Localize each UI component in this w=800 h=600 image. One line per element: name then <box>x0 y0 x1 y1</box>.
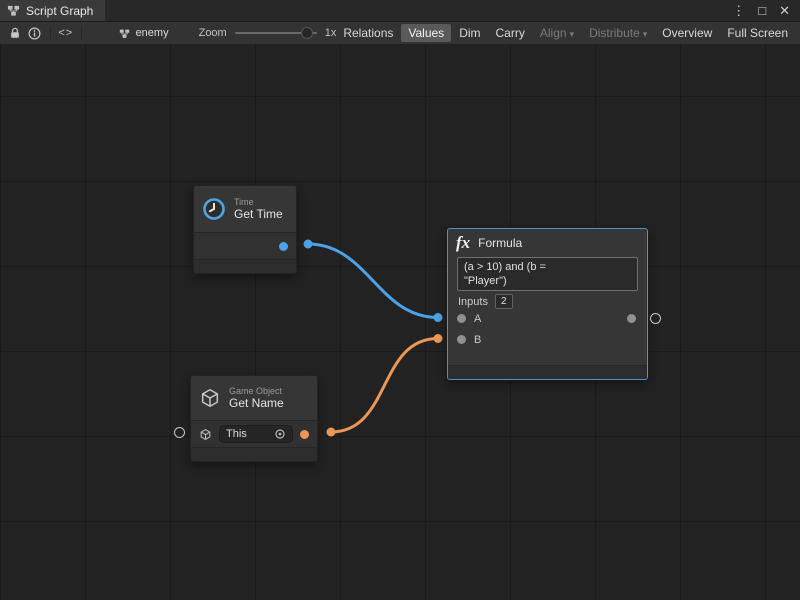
script-graph-window: Script Graph ⋮ □ ✕ <> <box>0 0 800 600</box>
toolbar: <> enemy Zoom 1x Relations Values Dim Ca… <box>0 22 800 45</box>
formula-inputs-row: Inputs 2 <box>458 295 637 308</box>
formula-header: fx Formula <box>448 229 647 257</box>
chevron-down-icon: ▾ <box>643 29 648 39</box>
wire-endpoint-orange-end[interactable] <box>434 334 443 343</box>
wire-endpoint-blue-end[interactable] <box>434 313 443 322</box>
dim-button[interactable]: Dim <box>452 24 487 42</box>
node-formula[interactable]: fx Formula (a > 10) and (b = "Player") I… <box>447 228 648 380</box>
target-object-dropdown[interactable]: This <box>219 425 293 443</box>
code-brackets-icon: <> <box>58 27 73 39</box>
titlebar: Script Graph ⋮ □ ✕ <box>0 0 800 22</box>
clock-icon <box>202 197 226 221</box>
info-button[interactable] <box>25 23 45 43</box>
formula-expression: (a > 10) and (b = "Player") <box>464 260 568 288</box>
zoom-slider-handle[interactable] <box>301 27 313 39</box>
formula-port-b-row: B <box>448 329 647 350</box>
align-dropdown-button[interactable]: Align▾ <box>533 24 581 42</box>
tab-script-graph[interactable]: Script Graph <box>0 0 105 21</box>
node-footer <box>448 365 647 379</box>
node-category: Game Object <box>229 386 284 396</box>
node-title: Get Time <box>234 208 283 221</box>
formula-output-connector[interactable] <box>650 313 661 324</box>
fx-icon: fx <box>456 233 470 253</box>
get-name-input-connector[interactable] <box>174 427 185 438</box>
get-name-header: Game Object Get Name <box>191 376 317 420</box>
port-b-label: B <box>474 334 481 346</box>
node-footer <box>191 447 317 461</box>
get-name-port-row: This <box>191 420 317 447</box>
graph-asset-icon <box>119 28 130 39</box>
toolbar-separator <box>81 26 82 40</box>
graph-canvas[interactable]: Time Get Time fx Formula (a > 10) and (b… <box>0 44 800 600</box>
formula-input-a-port[interactable] <box>457 314 466 323</box>
chevron-down-icon: ▾ <box>570 29 575 39</box>
node-title: Formula <box>478 237 522 250</box>
cube-icon <box>199 387 221 409</box>
toolbar-buttons: Relations Values Dim Carry Align▾ Distri… <box>336 24 795 42</box>
get-time-output-port[interactable] <box>279 242 288 251</box>
object-picker-icon[interactable] <box>274 428 286 440</box>
zoom-control: Zoom 1x <box>199 27 337 39</box>
script-graph-icon <box>7 4 20 17</box>
window-menu-icon[interactable]: ⋮ <box>732 3 745 19</box>
relations-button[interactable]: Relations <box>336 24 400 42</box>
get-name-titles: Game Object Get Name <box>229 386 284 410</box>
tab-title: Script Graph <box>26 4 93 18</box>
node-get-time[interactable]: Time Get Time <box>193 185 297 274</box>
formula-input-b-port[interactable] <box>457 335 466 344</box>
wires-layer <box>0 44 800 600</box>
window-controls: ⋮ □ ✕ <box>732 0 800 21</box>
node-title: Get Name <box>229 397 284 410</box>
port-a-label: A <box>474 313 481 325</box>
inputs-label: Inputs <box>458 296 488 308</box>
target-object-value: This <box>226 428 247 440</box>
wire-get-time-to-formula-a[interactable] <box>308 244 438 318</box>
distribute-dropdown-button[interactable]: Distribute▾ <box>582 24 654 42</box>
zoom-label: Zoom <box>199 27 227 39</box>
get-name-output-port[interactable] <box>300 430 309 439</box>
get-time-header: Time Get Time <box>194 186 296 232</box>
formula-port-a-row: A <box>448 308 647 329</box>
graph-name: enemy <box>136 27 169 39</box>
wire-get-name-to-formula-b[interactable] <box>331 339 438 433</box>
get-time-port-row <box>194 232 296 259</box>
lock-icon <box>9 27 21 40</box>
edit-source-button[interactable]: <> <box>56 23 76 43</box>
zoom-value: 1x <box>325 27 337 39</box>
maximize-icon[interactable]: □ <box>758 3 766 18</box>
formula-output-port[interactable] <box>627 314 636 323</box>
formula-expression-field[interactable]: (a > 10) and (b = "Player") <box>457 257 638 291</box>
wire-endpoint-orange-start[interactable] <box>327 428 336 437</box>
full-screen-button[interactable]: Full Screen <box>720 24 795 42</box>
node-category: Time <box>234 197 283 207</box>
wire-endpoint-blue-start[interactable] <box>304 240 313 249</box>
get-time-titles: Time Get Time <box>234 197 283 221</box>
carry-button[interactable]: Carry <box>489 24 532 42</box>
node-get-name[interactable]: Game Object Get Name This <box>190 375 318 462</box>
inputs-count-field[interactable]: 2 <box>495 294 513 309</box>
overview-button[interactable]: Overview <box>655 24 719 42</box>
graph-breadcrumb[interactable]: enemy <box>119 27 169 39</box>
close-icon[interactable]: ✕ <box>779 3 790 19</box>
toolbar-separator <box>50 26 51 40</box>
node-footer <box>194 259 296 273</box>
cube-icon-small <box>199 428 212 441</box>
lock-button[interactable] <box>5 23 25 43</box>
zoom-slider[interactable] <box>235 32 317 34</box>
info-icon <box>28 27 41 40</box>
values-button[interactable]: Values <box>401 24 451 42</box>
